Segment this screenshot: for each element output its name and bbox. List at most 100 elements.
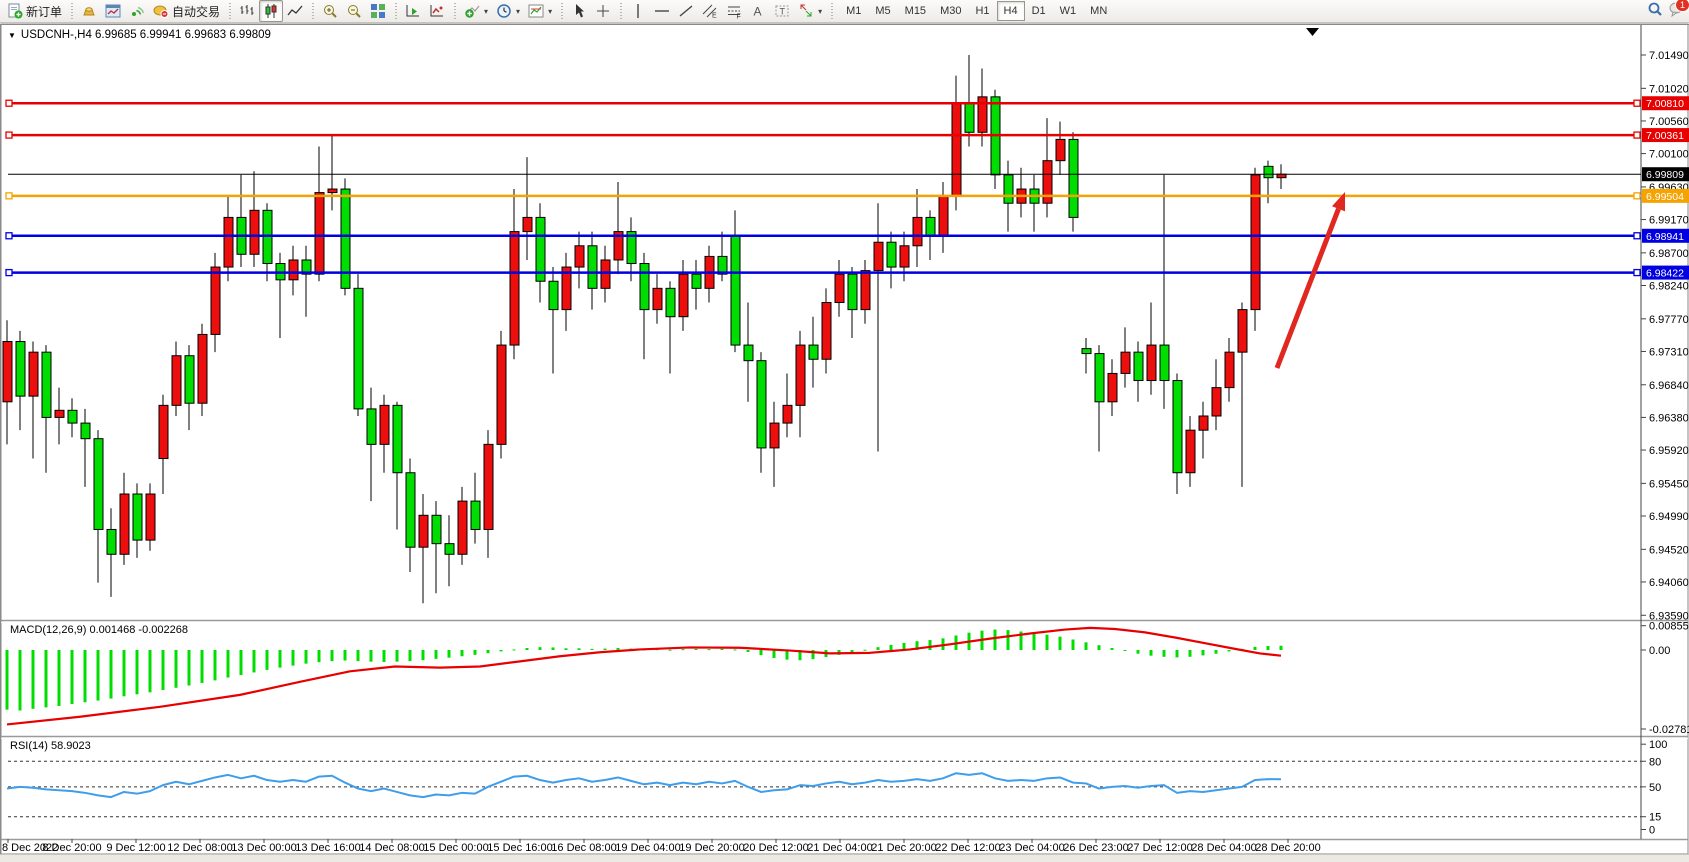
timeframe-h4[interactable]: H4: [997, 1, 1025, 21]
macd-histogram-bar: [1176, 650, 1179, 657]
timeframe-m5[interactable]: M5: [868, 1, 897, 21]
macd-histogram-bar: [1228, 650, 1231, 651]
candle-up: [3, 342, 12, 402]
chevron-down-icon[interactable]: ▾: [548, 7, 552, 16]
tile-windows-button[interactable]: [366, 0, 390, 22]
macd-histogram-bar: [1189, 650, 1192, 657]
candle-down: [965, 104, 974, 132]
rsi-line: [7, 773, 1281, 797]
template-icon: [528, 3, 544, 19]
timeframe-mn[interactable]: MN: [1083, 1, 1114, 21]
candle-down: [185, 356, 194, 404]
add-indicator-icon: [464, 3, 480, 19]
timeframe-m15[interactable]: M15: [898, 1, 933, 21]
vertical-line-button[interactable]: [626, 0, 650, 22]
line-handle[interactable]: [6, 233, 12, 239]
macd-histogram-bar: [149, 650, 152, 692]
candle-up: [510, 232, 519, 345]
timeframe-m30[interactable]: M30: [933, 1, 968, 21]
candle-down: [107, 529, 116, 554]
candlestick-chart-button[interactable]: [259, 0, 283, 22]
text-button[interactable]: A: [746, 0, 770, 22]
auto-scroll-button[interactable]: [425, 0, 449, 22]
bar-chart-button[interactable]: [235, 0, 259, 22]
candle-up: [900, 246, 909, 267]
horizontal-line-button[interactable]: [650, 0, 674, 22]
crosshair-button[interactable]: [591, 0, 615, 22]
timeframe-d1[interactable]: D1: [1025, 1, 1053, 21]
fibonacci-button[interactable]: F: [722, 0, 746, 22]
cursor-button[interactable]: [567, 0, 591, 22]
new-order-button[interactable]: 新订单: [3, 0, 66, 22]
text-label-button[interactable]: T: [770, 0, 794, 22]
arrows-button[interactable]: ▾: [794, 0, 826, 22]
macd-histogram-bar: [591, 649, 594, 650]
price-axis-label: 6.96840: [1649, 380, 1689, 392]
open-chart-button[interactable]: [101, 0, 125, 22]
line-handle[interactable]: [6, 132, 12, 138]
macd-histogram-bar: [110, 650, 113, 699]
scroll-marker-icon[interactable]: [1306, 28, 1319, 36]
new-order-icon: [7, 3, 23, 19]
macd-histogram-bar: [71, 650, 74, 704]
candle-up: [1108, 373, 1117, 401]
autotrading-button[interactable]: 自动交易: [149, 0, 224, 22]
trendline-button[interactable]: [674, 0, 698, 22]
candle-down: [445, 544, 454, 555]
price-axis-label: 7.01020: [1649, 83, 1689, 95]
templates-button[interactable]: ▾: [524, 0, 556, 22]
price-axis-label: 6.95450: [1649, 478, 1689, 490]
candle-up: [1225, 352, 1234, 387]
chart-canvas[interactable]: 7.014907.010207.005607.001006.996306.991…: [0, 0, 1689, 861]
line-handle[interactable]: [1634, 100, 1640, 106]
macd-histogram-bar: [1007, 630, 1010, 650]
macd-histogram-bar: [344, 650, 347, 661]
line-handle[interactable]: [6, 270, 12, 276]
line-handle[interactable]: [1634, 270, 1640, 276]
trend-arrow-annotation[interactable]: [1277, 209, 1339, 368]
toolbar-separator: [829, 3, 834, 19]
candle-down: [809, 345, 818, 359]
chevron-down-icon[interactable]: ▾: [484, 7, 488, 16]
macd-axis-label: 0.00: [1649, 645, 1670, 657]
timeframe-m1[interactable]: M1: [839, 1, 868, 21]
candle-down: [666, 288, 675, 316]
candle-down: [549, 281, 558, 309]
signals-button[interactable]: [125, 0, 149, 22]
candles-icon: [263, 3, 279, 19]
notification-badge: 1: [1675, 0, 1689, 12]
zoom-out-button[interactable]: [342, 0, 366, 22]
timeframe-h1[interactable]: H1: [968, 1, 996, 21]
macd-histogram-bar: [318, 650, 321, 662]
chat-button[interactable]: 1: [1669, 1, 1685, 22]
line-handle[interactable]: [1634, 193, 1640, 199]
periods-button[interactable]: ▾: [492, 0, 524, 22]
chart-shift-button[interactable]: [401, 0, 425, 22]
main-toolbar: 新订单 自动交易 ▾ ▾ ▾ EFAT ▾ M1M5M15M30H1H4D1W1MN 1: [0, 0, 1689, 23]
chevron-down-icon[interactable]: ▾: [516, 7, 520, 16]
line-chart-icon: [287, 3, 303, 19]
add-indicator-button[interactable]: ▾: [460, 0, 492, 22]
candle-down: [744, 345, 753, 361]
candle-up: [224, 217, 233, 267]
line-handle[interactable]: [6, 193, 12, 199]
timeframe-w1[interactable]: W1: [1053, 1, 1084, 21]
line-handle[interactable]: [1634, 233, 1640, 239]
chart-window-border: [1, 24, 1688, 854]
date-axis-label: 15 Dec 16:00: [487, 842, 552, 854]
candle-down: [367, 409, 376, 444]
candle-down: [133, 494, 142, 540]
price-line-badge-label: 7.00810: [1646, 98, 1684, 110]
candle-down: [848, 274, 857, 309]
rsi-axis-label: 50: [1649, 782, 1661, 794]
line-handle[interactable]: [6, 100, 12, 106]
chevron-down-icon[interactable]: ▾: [818, 7, 822, 16]
date-axis-label: 8 Dec 20:00: [42, 842, 101, 854]
channel-button[interactable]: E: [698, 0, 722, 22]
gold-button[interactable]: [77, 0, 101, 22]
line-handle[interactable]: [1634, 132, 1640, 138]
line-chart-button[interactable]: [283, 0, 307, 22]
zoom-in-button[interactable]: [318, 0, 342, 22]
collapse-icon[interactable]: ▼: [8, 31, 16, 40]
search-button[interactable]: [1647, 1, 1663, 22]
